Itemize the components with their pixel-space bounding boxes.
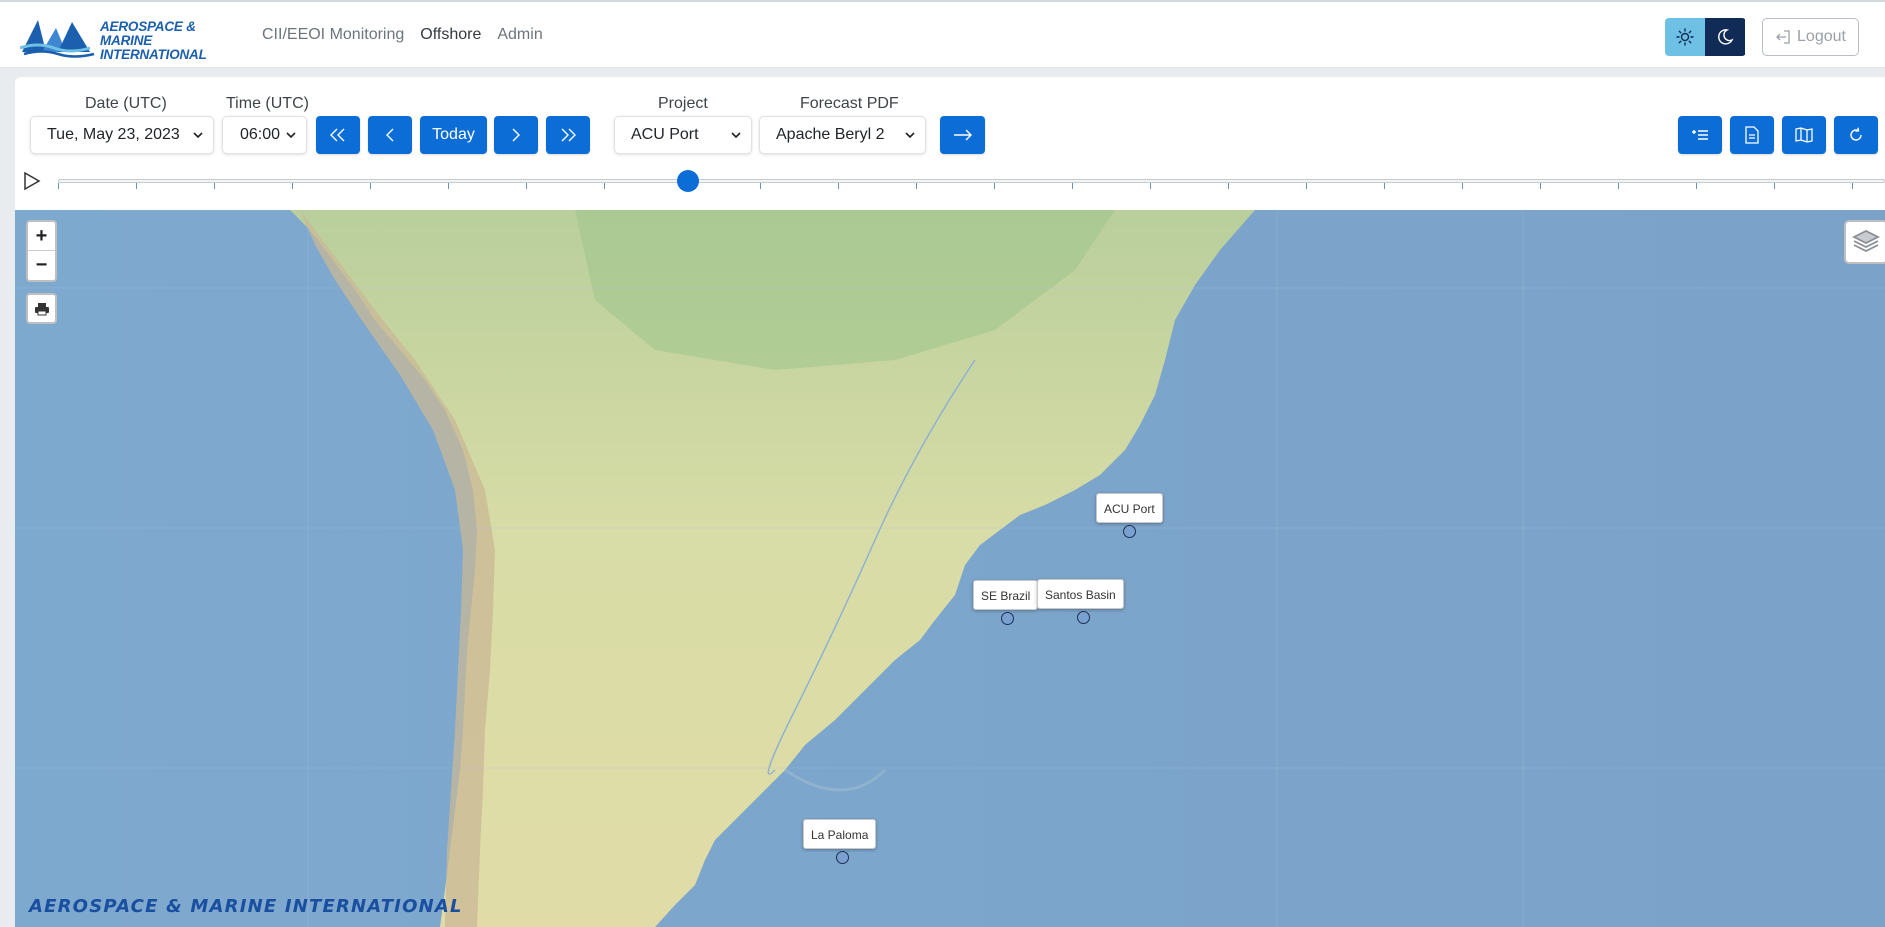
timeline-tick [292,183,293,189]
play-icon [24,171,41,191]
today-button[interactable]: Today [420,116,487,154]
step-forward-button[interactable] [494,116,538,154]
forecast-pdf-label: Forecast PDF [800,95,899,112]
layers-icon [1852,230,1880,253]
timeline-tick [838,183,839,189]
logout-button[interactable]: Logout [1762,18,1859,56]
document-icon [1745,126,1759,144]
zoom-control: + − [26,220,57,282]
zoom-in-button[interactable]: + [28,222,55,251]
open-forecast-button[interactable] [940,116,985,154]
timeline-tick [448,183,449,189]
print-map-button[interactable] [26,293,57,324]
time-value: 06:00 [240,126,281,143]
refresh-button[interactable] [1834,116,1878,154]
top-navbar: AEROSPACE & MARINE INTERNATIONAL CII/EEO… [0,0,1885,68]
theme-toggle [1665,18,1746,56]
timeline-tick [1618,183,1619,189]
nav-admin[interactable]: Admin [497,26,542,44]
main-nav: CII/EEOI Monitoring Offshore Admin [262,26,543,44]
map-watermark: AEROSPACE & MARINE INTERNATIONAL [29,896,463,917]
moon-icon [1718,29,1734,45]
nav-offshore[interactable]: Offshore [420,26,481,44]
play-button[interactable] [22,171,42,191]
site-marker-la-paloma[interactable] [836,851,849,864]
light-theme-button[interactable] [1665,18,1705,56]
brand-name: AEROSPACE & MARINE INTERNATIONAL [100,20,250,62]
timeline-tick [1540,183,1541,189]
timeline-tick [1696,183,1697,189]
step-back-button[interactable] [368,116,412,154]
date-value: Tue, May 23, 2023 [47,126,180,143]
site-label-santos-basin[interactable]: Santos Basin [1037,579,1124,609]
logout-label: Logout [1797,28,1846,45]
timeline-tick [760,183,761,189]
project-select[interactable]: ACU Port [614,116,752,154]
document-button[interactable] [1730,116,1774,154]
timeline-tick [58,183,59,189]
timeline-tick [604,183,605,189]
timeline-tick [1072,183,1073,189]
timeline-tick [136,183,137,189]
timeline-tick [526,183,527,189]
nav-cii-eeoi-monitoring[interactable]: CII/EEOI Monitoring [262,26,404,44]
chevron-down-icon [905,132,915,139]
map-button[interactable] [1782,116,1826,154]
site-label-se-brazil[interactable]: SE Brazil [973,580,1039,610]
chevron-down-icon [286,132,296,139]
timeline-tick [1462,183,1463,189]
refresh-icon [1850,127,1862,141]
brand-logo[interactable]: AEROSPACE & MARINE INTERNATIONAL [19,16,250,62]
forecast-pdf-select[interactable]: Apache Beryl 2 [759,116,926,154]
arrow-right-icon [953,129,972,141]
zoom-out-button[interactable]: − [28,251,55,280]
jump-forward-button[interactable] [546,116,590,154]
time-select[interactable]: 06:00 [222,116,307,154]
project-value: ACU Port [631,126,699,143]
timeline-tick [1384,183,1385,189]
south-america-basemap [15,210,1885,927]
timeline-tick [1306,183,1307,189]
brand-line-2: INTERNATIONAL [100,47,207,62]
site-label-la-paloma[interactable]: La Paloma [803,819,877,849]
add-list-button[interactable] [1678,116,1722,154]
timeline-tick [1852,183,1853,189]
timeline-tick [1228,183,1229,189]
layers-control[interactable] [1844,220,1885,264]
timeline-handle[interactable] [677,170,700,192]
timeline-track [58,179,1885,183]
brand-line-1: AEROSPACE & MARINE [100,19,196,48]
dark-theme-button[interactable] [1705,18,1745,56]
site-marker-acu-port[interactable] [1123,525,1136,538]
double-chevron-right-icon [561,128,576,142]
project-label: Project [658,95,708,112]
site-label-acu-port[interactable]: ACU Port [1096,493,1163,523]
timeline-tick [916,183,917,189]
site-marker-se-brazil[interactable] [1001,612,1014,625]
date-label: Date (UTC) [85,95,167,112]
chevron-left-icon [386,128,394,142]
chevron-right-icon [512,128,520,142]
forecast-pdf-value: Apache Beryl 2 [776,126,885,143]
date-select[interactable]: Tue, May 23, 2023 [30,116,214,154]
sun-icon [1676,28,1694,46]
timeline-tick [370,183,371,189]
logout-icon [1776,30,1790,44]
chevron-down-icon [193,132,203,139]
timeline-tick [1774,183,1775,189]
time-label: Time (UTC) [226,95,309,112]
printer-icon [34,302,49,315]
timeline-slider[interactable] [58,170,1885,193]
timeline-tick [214,183,215,189]
timeline-tick [1150,183,1151,189]
timeline-tick [994,183,995,189]
map-icon [1795,127,1813,143]
list-add-icon [1692,130,1708,140]
site-marker-santos-basin[interactable] [1077,611,1090,624]
jump-back-button[interactable] [316,116,360,154]
map-view[interactable]: + − ACU Port SE Brazil Santos Basin La P… [15,210,1885,927]
chevron-down-icon [731,132,741,139]
double-chevron-left-icon [330,128,345,142]
aerospace-marine-logo-icon [19,20,95,58]
